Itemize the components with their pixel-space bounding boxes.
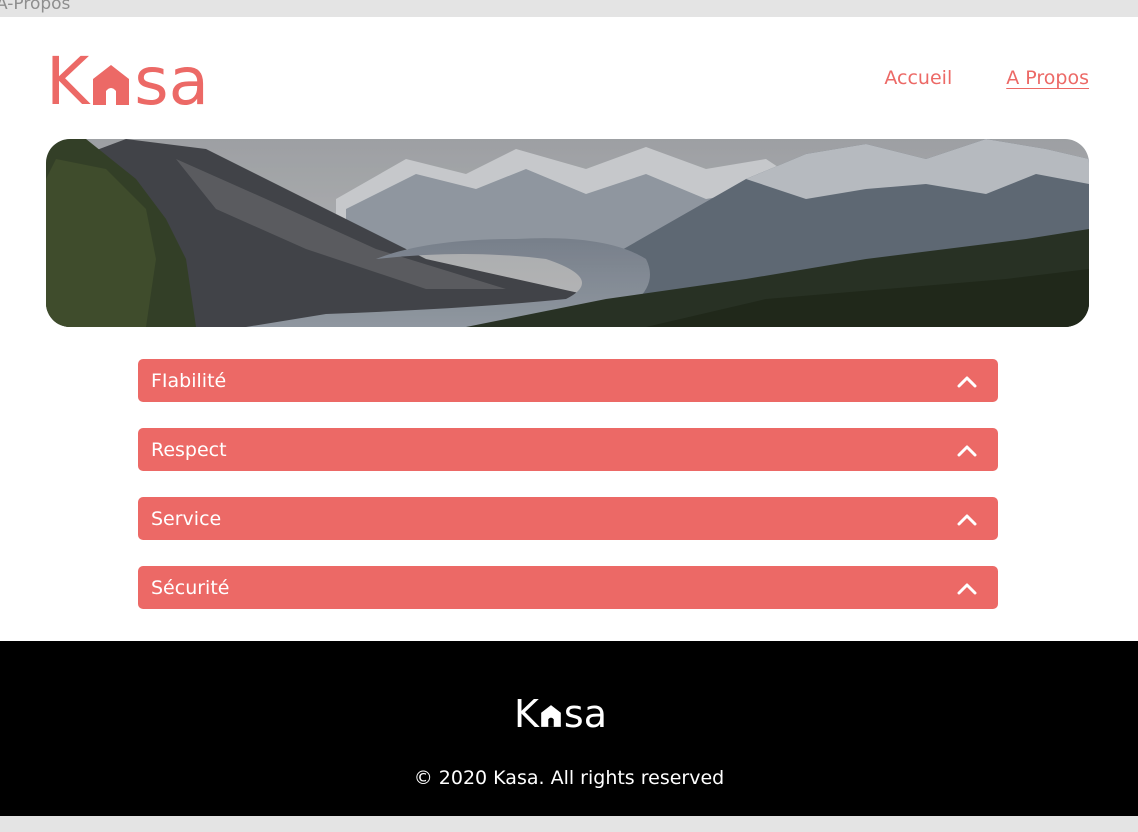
accordion-respect[interactable]: Respect	[138, 428, 998, 471]
nav-link-a-propos[interactable]: A Propos	[1006, 67, 1089, 89]
house-icon	[93, 65, 130, 105]
copyright-text: © 2020 Kasa. All rights reserved	[413, 767, 725, 789]
main-nav: Accueil A Propos	[884, 67, 1089, 89]
header: K sa Accueil A Propos	[46, 49, 1089, 115]
accordion-title: FIabilité	[151, 369, 227, 392]
accordion-title: Respect	[151, 438, 227, 461]
accordion-title: Sécurité	[151, 576, 230, 599]
about-accordions: FIabilité Respect Service Sécurité	[138, 359, 998, 635]
logo-letters-sa: sa	[563, 692, 608, 736]
browser-tab-title: A-Propos	[0, 0, 71, 14]
logo-letter-k: K	[46, 43, 90, 120]
banner-image	[46, 139, 1089, 327]
footer: K sa © 2020 Kasa. All rights reserved	[0, 641, 1138, 816]
logo-letters-sa: sa	[134, 43, 210, 120]
house-icon	[541, 705, 561, 727]
kasa-logo[interactable]: K sa	[46, 49, 209, 115]
accordion-fiabilite[interactable]: FIabilité	[138, 359, 998, 402]
chevron-up-icon[interactable]	[956, 374, 978, 388]
footer-kasa-logo: K sa	[514, 695, 607, 733]
chevron-up-icon[interactable]	[956, 581, 978, 595]
accordion-title: Service	[151, 507, 222, 530]
accordion-securite[interactable]: Sécurité	[138, 566, 998, 609]
chevron-up-icon[interactable]	[956, 443, 978, 457]
accordion-service[interactable]: Service	[138, 497, 998, 540]
chevron-up-icon[interactable]	[956, 512, 978, 526]
nav-link-accueil[interactable]: Accueil	[884, 67, 952, 89]
logo-letter-k: K	[514, 692, 539, 736]
page: K sa Accueil A Propos FIabilité Respect …	[0, 17, 1138, 816]
